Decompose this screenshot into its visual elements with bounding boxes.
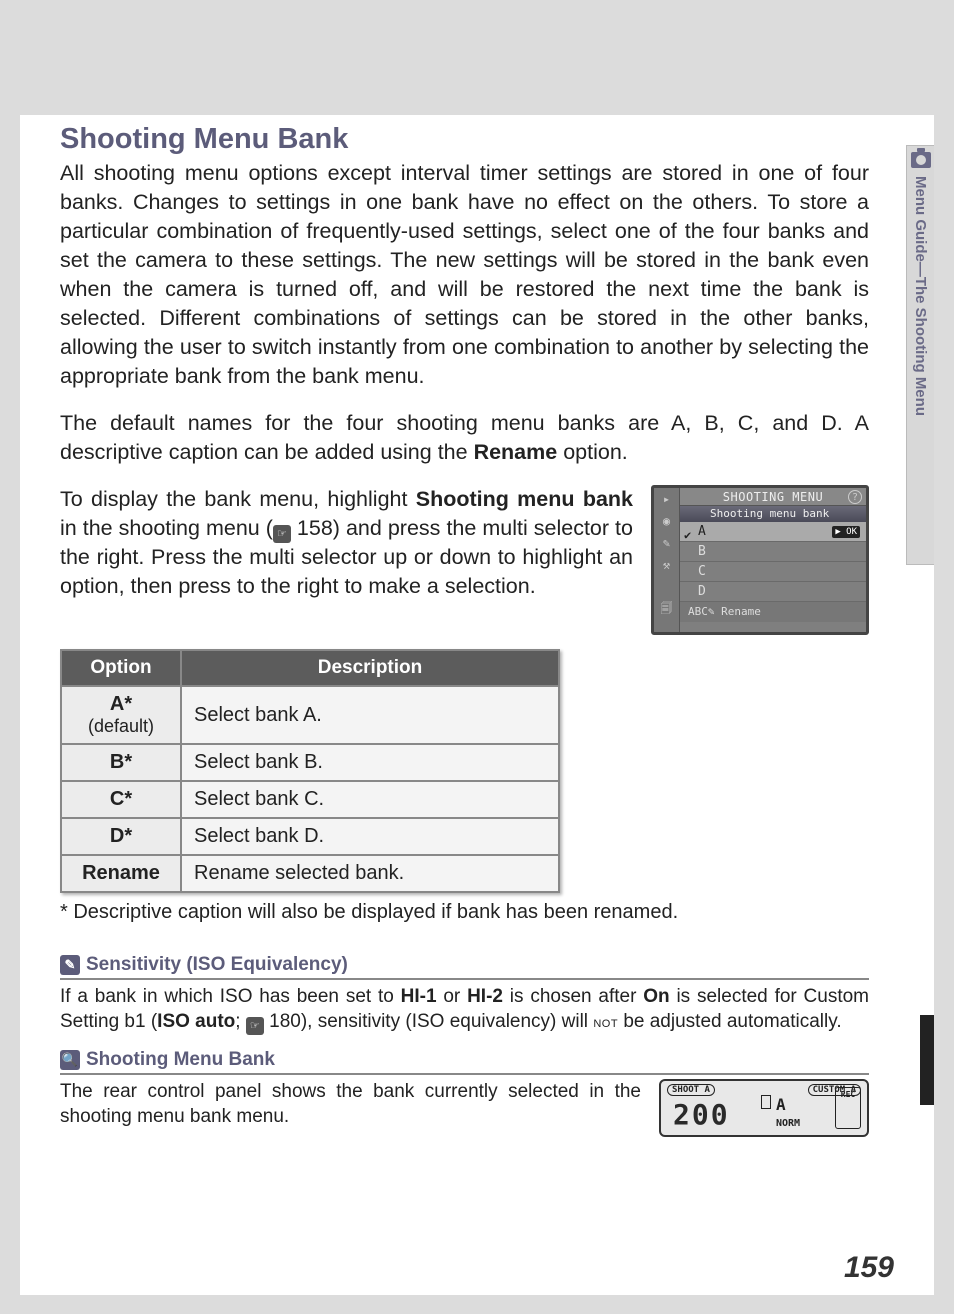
shoot-icon: ◉	[654, 510, 679, 532]
menu-row-c: C	[680, 562, 866, 582]
magnifier-icon: 🔍	[60, 1050, 80, 1070]
menu-subtitle: Shooting menu bank	[680, 506, 866, 522]
p2-rename: Rename	[474, 440, 558, 464]
note-shooting-bank: 🔍 Shooting Menu Bank The rear control pa…	[60, 1049, 909, 1137]
desc-rename: Rename selected bank.	[181, 855, 559, 892]
lcd-rec: REC	[835, 1087, 861, 1129]
menu-left-icons: ▸ ◉ ✎ ⚒ 🗐	[654, 488, 680, 632]
p2-c: option.	[557, 440, 628, 464]
p3-c: in the shooting menu (	[60, 516, 273, 540]
opt-a: A*	[110, 693, 132, 715]
camera-icon	[911, 152, 931, 168]
page-title: Shooting Menu Bank	[60, 115, 909, 156]
camera-menu-screenshot: ? ▸ ◉ ✎ ⚒ 🗐 SHOOTING MENU Shooting menu …	[651, 485, 869, 635]
opt-rename: Rename	[61, 855, 181, 892]
opt-a-sub: (default)	[74, 716, 168, 737]
desc-c: Select bank C.	[181, 781, 559, 818]
section-side-tab: Menu Guide—The Shooting Menu	[906, 145, 934, 565]
pencil-icon: ✎	[60, 955, 80, 975]
playback-icon: ▸	[654, 488, 679, 510]
retouch-icon: 🗐	[654, 598, 679, 620]
card-icon	[761, 1095, 771, 1109]
options-table: Option Description A*(default) Select ba…	[60, 649, 560, 893]
page-ref-icon: ☞	[273, 525, 291, 543]
table-row: B* Select bank B.	[61, 744, 559, 781]
opt-b: B*	[61, 744, 181, 781]
lcd-big-number: 200	[673, 1098, 730, 1131]
p3-a: To display the bank menu, highlight	[60, 487, 416, 511]
menu-row-rename: ABC✎ Rename	[680, 602, 866, 622]
lcd-bank-letter: A	[776, 1095, 786, 1114]
menu-title: SHOOTING MENU	[680, 488, 866, 506]
desc-b: Select bank B.	[181, 744, 559, 781]
th-option: Option	[61, 650, 181, 686]
table-row: Rename Rename selected bank.	[61, 855, 559, 892]
thumb-index-tab	[920, 1015, 934, 1105]
paragraph-1: All shooting menu options except interva…	[60, 159, 909, 391]
page-ref-icon: ☞	[246, 1017, 264, 1035]
note1-title: Sensitivity (ISO Equivalency)	[86, 954, 348, 976]
opt-d: D*	[61, 818, 181, 855]
table-row: D* Select bank D.	[61, 818, 559, 855]
p2-a: The default names for the four shooting …	[60, 411, 869, 464]
p3-b: Shooting menu bank	[416, 487, 633, 511]
paragraph-2: The default names for the four shooting …	[60, 409, 909, 467]
wrench-icon: ⚒	[654, 554, 679, 576]
note2-body: The rear control panel shows the bank cu…	[60, 1079, 641, 1129]
menu-row-d: D	[680, 582, 866, 602]
menu-row-a: ✔A	[680, 522, 866, 542]
table-row: A*(default) Select bank A.	[61, 686, 559, 744]
desc-a: Select bank A.	[181, 686, 559, 744]
note1-body: If a bank in which ISO has been set to H…	[60, 984, 869, 1035]
note-sensitivity: ✎ Sensitivity (ISO Equivalency) If a ban…	[60, 954, 909, 1035]
rear-lcd-illustration: SHOOT A CUSTOM A A 200 NORM REC	[659, 1079, 869, 1137]
table-row: C* Select bank C.	[61, 781, 559, 818]
paragraph-3: To display the bank menu, highlight Shoo…	[60, 485, 633, 601]
lcd-shoot: SHOOT A	[667, 1084, 715, 1096]
lcd-norm: NORM	[776, 1118, 800, 1129]
note2-title: Shooting Menu Bank	[86, 1049, 275, 1071]
footnote: * Descriptive caption will also be displ…	[60, 901, 909, 924]
th-description: Description	[181, 650, 559, 686]
p3-ref: 158	[297, 516, 333, 540]
page-number: 159	[844, 1251, 894, 1285]
opt-c: C*	[61, 781, 181, 818]
pencil-icon: ✎	[654, 532, 679, 554]
menu-row-b: B	[680, 542, 866, 562]
side-tab-label: Menu Guide—The Shooting Menu	[912, 176, 929, 416]
desc-d: Select bank D.	[181, 818, 559, 855]
